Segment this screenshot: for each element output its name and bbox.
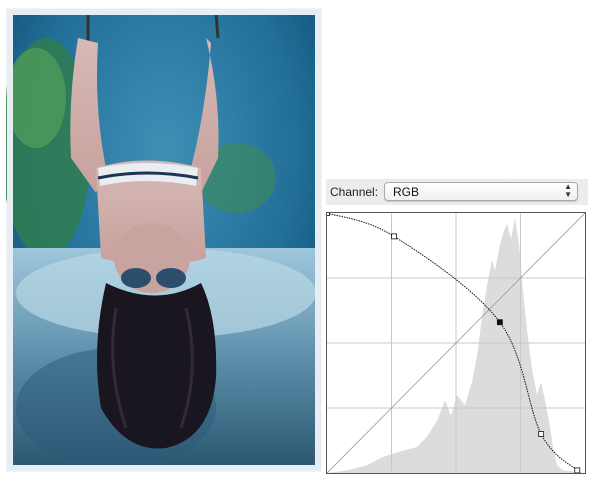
curve-point[interactable] bbox=[574, 467, 581, 473]
curve-point-selected[interactable] bbox=[496, 319, 503, 326]
updown-arrows-icon: ▲ ▼ bbox=[564, 182, 572, 199]
channel-row: Channel: RGB ▲ ▼ bbox=[326, 179, 588, 205]
channel-dropdown[interactable]: RGB ▲ ▼ bbox=[384, 182, 578, 201]
curve-point[interactable] bbox=[327, 213, 330, 216]
channel-dropdown-value: RGB bbox=[393, 185, 420, 199]
photo-preview bbox=[6, 8, 322, 472]
curve-point[interactable] bbox=[391, 233, 397, 240]
curve-point[interactable] bbox=[538, 431, 545, 437]
curves-editor[interactable] bbox=[326, 212, 586, 474]
channel-label: Channel: bbox=[330, 185, 379, 199]
